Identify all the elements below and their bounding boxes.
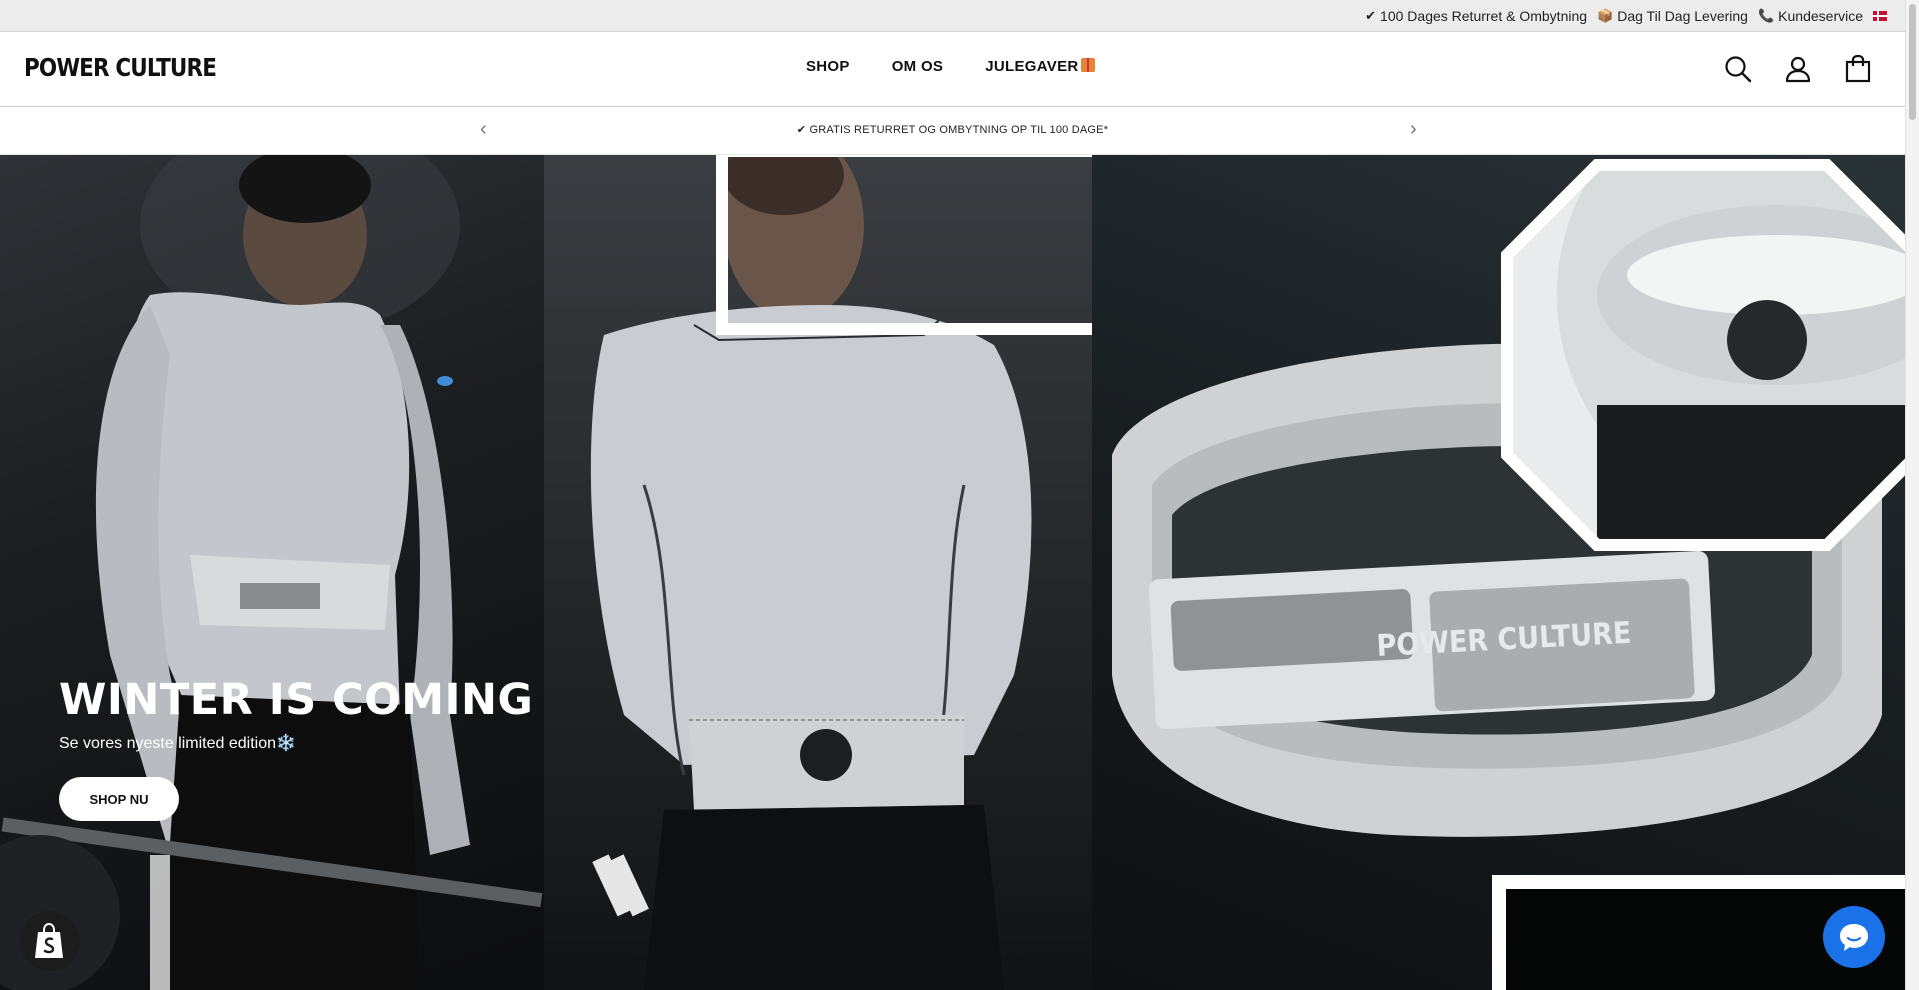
returns-info[interactable]: ✔ 100 Dages Returret & Ombytning	[1365, 8, 1587, 24]
danish-flag-icon[interactable]	[1873, 10, 1887, 21]
announcement-next-button[interactable]: ›	[1410, 119, 1417, 139]
hero-copy: WINTER IS COMING Se vores nyeste limited…	[59, 675, 533, 753]
customer-service-label: Kundeservice	[1778, 7, 1863, 24]
chat-button[interactable]	[1823, 906, 1885, 968]
delivery-info[interactable]: 📦 Dag Til Dag Levering	[1597, 8, 1748, 24]
scrollbar-thumb[interactable]	[1909, 4, 1916, 120]
hero-subtitle: Se vores nyeste limited edition❄️	[59, 735, 296, 752]
brand-logo[interactable]: POWER CULTURE	[24, 53, 217, 82]
gift-icon	[1080, 58, 1095, 72]
main-navigation: SHOP OM OS JULEGAVER	[806, 58, 1095, 75]
hero-image-athlete-front	[0, 155, 544, 990]
shopify-shop-button[interactable]	[20, 911, 80, 971]
hero-image-athlete-back: NIKE PRO	[544, 155, 1176, 990]
account-icon[interactable]	[1783, 54, 1813, 84]
customer-service-link[interactable]: 📞 Kundeservice	[1758, 8, 1863, 24]
octagon-inset	[1501, 159, 1905, 551]
announcement-bar: ‹ ✔ GRATIS RETURRET OG OMBYTNING OP TIL …	[0, 107, 1905, 155]
search-icon[interactable]	[1723, 54, 1753, 84]
shop-now-button[interactable]: SHOP NU	[59, 777, 179, 821]
hero-image-belt: POWER CULTURE	[1092, 155, 1905, 990]
site-header: POWER CULTURE SHOP OM OS JULEGAVER	[0, 32, 1905, 107]
nav-gifts[interactable]: JULEGAVER	[985, 58, 1095, 75]
chat-bubble-icon	[1840, 924, 1868, 951]
returns-label: 100 Dages Returret & Ombytning	[1380, 7, 1588, 24]
nav-about[interactable]: OM OS	[892, 58, 944, 75]
hero-banner: NIKE PRO POWER CULTURE WINTER IS COMING …	[0, 155, 1905, 990]
hero-title: WINTER IS COMING	[59, 675, 534, 725]
cart-icon[interactable]	[1843, 54, 1873, 84]
shopify-bag-icon	[35, 922, 63, 958]
page-scrollbar[interactable]	[1905, 0, 1919, 990]
package-icon: 📦	[1597, 7, 1614, 23]
utility-bar: ✔ 100 Dages Returret & Ombytning 📦 Dag T…	[0, 0, 1905, 32]
nav-gifts-label: JULEGAVER	[985, 58, 1079, 75]
checkmark-icon: ✔	[1365, 7, 1377, 23]
announcement-message: ✔ GRATIS RETURRET OG OMBYTNING OP TIL 10…	[796, 124, 1109, 136]
nav-shop[interactable]: SHOP	[806, 58, 850, 75]
phone-icon: 📞	[1757, 7, 1775, 23]
delivery-label: Dag Til Dag Levering	[1617, 7, 1748, 24]
